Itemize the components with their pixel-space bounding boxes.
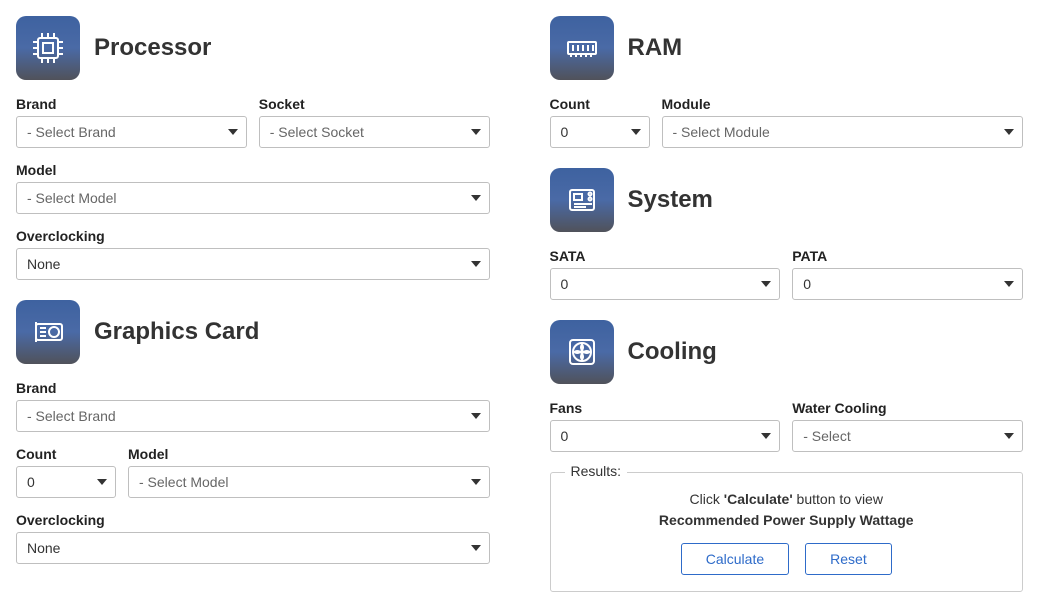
gpu-count-label: Count	[16, 446, 116, 462]
ram-section: RAM Count 0 Module - Select Module	[550, 16, 1024, 148]
ram-count-label: Count	[550, 96, 650, 112]
gpu-oc-label: Overclocking	[16, 512, 490, 528]
cpu-oc-label: Overclocking	[16, 228, 490, 244]
left-column: Processor Brand - Select Brand Socket - …	[16, 16, 490, 592]
processor-section: Processor Brand - Select Brand Socket - …	[16, 16, 490, 280]
pata-select[interactable]: 0	[792, 268, 1023, 300]
ram-count-select[interactable]: 0	[550, 116, 650, 148]
fans-label: Fans	[550, 400, 781, 416]
sata-label: SATA	[550, 248, 781, 264]
cpu-socket-label: Socket	[259, 96, 490, 112]
fan-icon	[550, 320, 614, 384]
cpu-oc-select[interactable]: None	[16, 248, 490, 280]
processor-title: Processor	[94, 34, 211, 62]
ram-heading: RAM	[550, 16, 1024, 80]
gpu-model-label: Model	[128, 446, 490, 462]
gpu-model-select[interactable]: - Select Model	[128, 466, 490, 498]
cpu-model-select[interactable]: - Select Model	[16, 182, 490, 214]
results-line1-post: button to view	[793, 491, 883, 507]
results-line1-bold: 'Calculate'	[724, 491, 793, 507]
gpu-oc-select[interactable]: None	[16, 532, 490, 564]
system-title: System	[628, 186, 713, 214]
sata-select[interactable]: 0	[550, 268, 781, 300]
cpu-icon	[16, 16, 80, 80]
gpu-heading: Graphics Card	[16, 300, 490, 364]
processor-heading: Processor	[16, 16, 490, 80]
results-line1-pre: Click	[690, 491, 724, 507]
reset-button[interactable]: Reset	[805, 543, 892, 575]
ram-icon	[550, 16, 614, 80]
results-box: Results: Click 'Calculate' button to vie…	[550, 472, 1024, 592]
results-text: Click 'Calculate' button to view Recomme…	[567, 489, 1007, 531]
gpu-title: Graphics Card	[94, 318, 259, 346]
gpu-count-select[interactable]: 0	[16, 466, 116, 498]
system-section: System SATA 0 PATA 0	[550, 168, 1024, 300]
cooling-section: Cooling Fans 0 Water Cooling - Select	[550, 320, 1024, 452]
right-column: RAM Count 0 Module - Select Module	[550, 16, 1024, 592]
ram-title: RAM	[628, 34, 683, 62]
motherboard-icon	[550, 168, 614, 232]
calculate-button[interactable]: Calculate	[681, 543, 789, 575]
cpu-socket-select[interactable]: - Select Socket	[259, 116, 490, 148]
water-cooling-label: Water Cooling	[792, 400, 1023, 416]
ram-module-select[interactable]: - Select Module	[662, 116, 1024, 148]
cpu-brand-label: Brand	[16, 96, 247, 112]
cpu-model-label: Model	[16, 162, 490, 178]
gpu-section: Graphics Card Brand - Select Brand Count…	[16, 300, 490, 564]
cpu-brand-select[interactable]: - Select Brand	[16, 116, 247, 148]
gpu-icon	[16, 300, 80, 364]
pata-label: PATA	[792, 248, 1023, 264]
water-cooling-select[interactable]: - Select	[792, 420, 1023, 452]
ram-module-label: Module	[662, 96, 1024, 112]
gpu-brand-select[interactable]: - Select Brand	[16, 400, 490, 432]
results-legend: Results:	[565, 463, 628, 479]
results-line2: Recommended Power Supply Wattage	[659, 512, 914, 528]
system-heading: System	[550, 168, 1024, 232]
cooling-title: Cooling	[628, 338, 717, 366]
cooling-heading: Cooling	[550, 320, 1024, 384]
gpu-brand-label: Brand	[16, 380, 490, 396]
fans-select[interactable]: 0	[550, 420, 781, 452]
